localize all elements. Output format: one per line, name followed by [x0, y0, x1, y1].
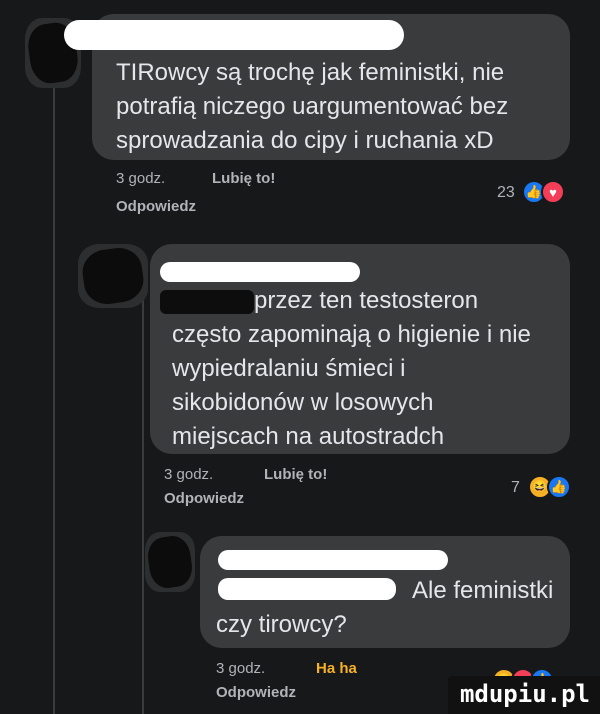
- reactions-2[interactable]: 😆 👍: [528, 475, 571, 499]
- comment-time-2[interactable]: 3 godz.: [164, 466, 213, 483]
- reaction-count-2[interactable]: 7: [511, 479, 520, 497]
- reactions-1[interactable]: 👍 ♥: [522, 180, 565, 204]
- redacted-author-name: [218, 550, 448, 570]
- comment-time-3[interactable]: 3 godz.: [216, 660, 265, 677]
- comment-text-2: przez ten testosteron często zapominają …: [172, 287, 531, 450]
- avatar[interactable]: [145, 532, 195, 592]
- like-button-1[interactable]: Lubię to!: [212, 170, 275, 187]
- love-icon: ♥: [541, 180, 565, 204]
- reaction-count-1[interactable]: 23: [497, 184, 515, 202]
- thread-line-reply: [142, 300, 144, 714]
- avatar[interactable]: [78, 244, 148, 308]
- haha-reaction-label-3[interactable]: Ha ha: [316, 660, 357, 677]
- comment-text-1: TIRowcy są trochę jak feministki, nie po…: [116, 59, 509, 154]
- like-icon: 👍: [547, 475, 571, 499]
- like-button-2[interactable]: Lubię to!: [264, 466, 327, 483]
- comment-bubble-2: przez ten testosteron często zapominają …: [150, 244, 570, 454]
- watermark-logo: mdupiu.pl: [447, 676, 600, 714]
- thread-line-main: [53, 80, 55, 714]
- comment-text-3: Ale feministki czy tirowcy?: [216, 577, 554, 638]
- comment-time-1[interactable]: 3 godz.: [116, 170, 165, 187]
- reply-button-1[interactable]: Odpowiedz: [116, 198, 196, 215]
- reply-button-2[interactable]: Odpowiedz: [164, 490, 244, 507]
- reply-button-3[interactable]: Odpowiedz: [216, 684, 296, 701]
- comment-bubble-1: TIRowcy są trochę jak feministki, nie po…: [64, 14, 570, 160]
- comment-bubble-3: Ale feministki czy tirowcy?: [200, 536, 570, 648]
- redacted-author-name: [64, 20, 404, 50]
- redacted-author-name: [160, 262, 360, 282]
